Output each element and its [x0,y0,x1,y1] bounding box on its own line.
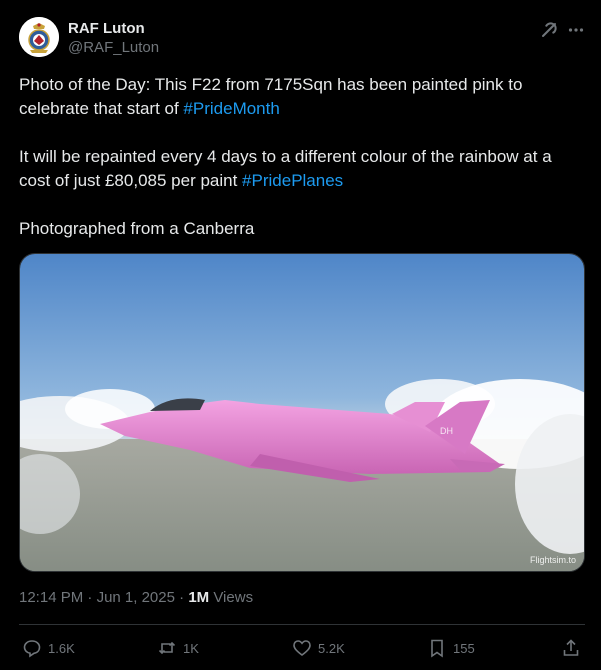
more-icon[interactable] [566,20,586,40]
tweet-media[interactable]: DH Flightsim.to [19,253,585,572]
avatar[interactable] [19,17,59,57]
tweet-paragraph-3: Photographed from a Canberra [19,219,255,238]
tweet-text: Photo of the Day: This F22 from 7175Sqn … [19,73,584,241]
svg-text:DH: DH [440,426,453,436]
bookmark-button[interactable]: 155 [427,636,475,660]
tweet-paragraph-1: Photo of the Day: This F22 from 7175Sqn … [19,73,584,121]
tweet-date[interactable]: Jun 1, 2025 [97,589,175,606]
author-info: RAF Luton @RAF_Luton [68,19,159,57]
views-count: 1M [188,589,210,606]
heart-icon [293,640,311,657]
tweet-paragraph-2: It will be repainted every 4 days to a d… [19,145,584,193]
meta-separator: · [174,589,189,606]
repost-icon [158,641,176,655]
hashtag-pride-month[interactable]: #PrideMonth [183,99,279,118]
reply-count: 1.6K [48,640,75,656]
reply-icon [23,640,41,658]
raf-crest-icon [19,17,59,57]
share-button[interactable] [561,636,587,660]
author-name[interactable]: RAF Luton [68,19,159,38]
author-handle[interactable]: @RAF_Luton [68,38,159,57]
share-icon [563,639,579,656]
grok-icon[interactable] [539,20,559,40]
like-button[interactable]: 5.2K [292,636,345,660]
meta-separator: · [83,589,97,606]
hashtag-pride-planes[interactable]: #PridePlanes [242,171,343,190]
repost-button[interactable]: 1K [157,636,199,660]
tweet-meta: 12:14 PM · Jun 1, 2025 · 1M Views [19,588,253,608]
views-label: Views [209,589,254,606]
reply-button[interactable]: 1.6K [22,636,75,660]
bookmark-icon [431,639,443,658]
pink-jet-photo: DH [20,254,584,571]
bookmark-count: 155 [453,640,475,656]
tweet-time[interactable]: 12:14 PM [19,589,83,606]
media-watermark: Flightsim.to [529,555,576,565]
tweet: RAF Luton @RAF_Luton Photo of the Day: T… [0,0,601,670]
like-count: 5.2K [318,640,345,656]
divider [19,624,585,625]
repost-count: 1K [183,640,199,656]
